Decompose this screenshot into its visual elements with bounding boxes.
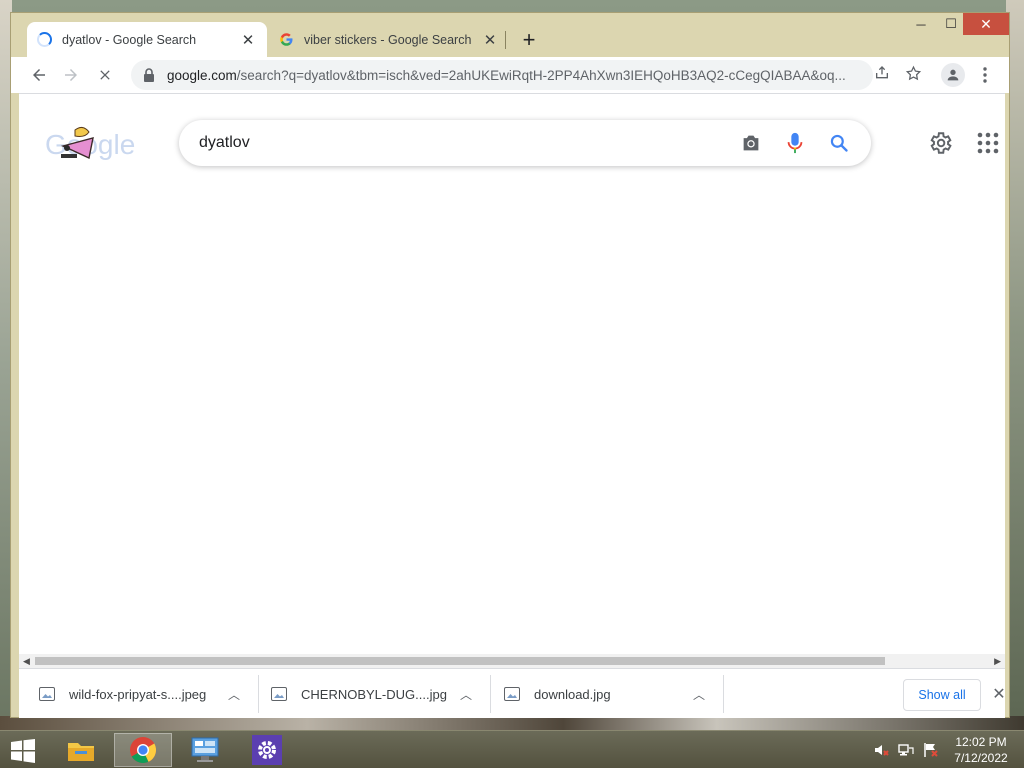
- action-center-flag-icon[interactable]: [922, 741, 940, 759]
- search-box[interactable]: dyatlov: [179, 120, 871, 166]
- network-icon[interactable]: [897, 741, 915, 759]
- star-icon: [905, 65, 921, 80]
- scroll-right-arrow-icon[interactable]: ▶: [994, 656, 1001, 667]
- forward-button[interactable]: [57, 61, 85, 89]
- url-domain: google.com: [167, 67, 237, 83]
- address-bar[interactable]: google.com/search?q=dyatlov&tbm=isch&ved…: [131, 60, 873, 90]
- download-filename: download.jpg: [534, 686, 611, 702]
- chevron-up-icon[interactable]: ︿: [222, 686, 246, 703]
- microphone-icon[interactable]: [783, 131, 807, 155]
- download-filename: wild-fox-pripyat-s....jpeg: [69, 686, 207, 702]
- share-icon: [876, 66, 888, 79]
- clock-date: 7/12/2022: [954, 751, 1008, 765]
- search-icon[interactable]: [827, 131, 851, 155]
- system-clock[interactable]: 12:02 PM 7/12/2022: [946, 734, 1016, 766]
- control-panel-icon: [191, 737, 219, 762]
- search-input[interactable]: dyatlov: [199, 134, 719, 152]
- account-icon: [947, 69, 959, 81]
- taskbar-control-panel[interactable]: [176, 733, 234, 767]
- page-content: Google dyatlov: [19, 93, 1005, 654]
- taskbar: 12:02 PM 7/12/2022: [0, 730, 1024, 768]
- download-item[interactable]: wild-fox-pripyat-s....jpeg ︿: [27, 675, 259, 713]
- loading-spinner-icon: [37, 32, 52, 47]
- downloads-bar: wild-fox-pripyat-s....jpeg ︿ CHERNOBYL-D…: [19, 668, 1006, 718]
- tab-dyatlov[interactable]: dyatlov - Google Search ✕: [27, 22, 267, 57]
- taskbar-settings[interactable]: [238, 733, 296, 767]
- image-file-icon: [39, 687, 55, 701]
- back-button[interactable]: [25, 61, 53, 89]
- browser-window: dyatlov - Google Search ✕ viber stickers…: [10, 12, 1010, 718]
- browser-menu-button[interactable]: [973, 61, 997, 89]
- camera-icon[interactable]: [739, 131, 763, 155]
- tab-strip: dyatlov - Google Search ✕ viber stickers…: [11, 13, 1009, 57]
- maximize-button[interactable]: ☐: [937, 13, 965, 35]
- stop-x-icon: [100, 70, 110, 80]
- stop-loading-button[interactable]: [91, 61, 119, 89]
- close-window-button[interactable]: ✕: [963, 13, 1009, 35]
- taskbar-chrome[interactable]: [114, 733, 172, 767]
- windows-start-icon[interactable]: [6, 737, 40, 765]
- tab-viber-stickers[interactable]: viber stickers - Google Search ✕: [269, 22, 509, 57]
- tab-title: viber stickers - Google Search: [304, 32, 472, 47]
- google-favicon-icon: [280, 33, 293, 46]
- back-arrow-icon: [33, 69, 45, 81]
- new-tab-button[interactable]: +: [516, 27, 542, 53]
- profile-button[interactable]: [941, 63, 965, 87]
- desktop-background-bottom: [0, 716, 1024, 730]
- image-file-icon: [271, 687, 287, 701]
- url-path: /search?q=dyatlov&tbm=isch&ved=2ahUKEwiR…: [236, 67, 846, 83]
- chrome-icon: [130, 737, 157, 764]
- download-item[interactable]: download.jpg ︿: [492, 675, 724, 713]
- scroll-left-arrow-icon[interactable]: ◀: [23, 656, 30, 667]
- scrollbar-thumb[interactable]: [35, 657, 885, 665]
- tab-divider: [505, 31, 506, 49]
- tab-close-icon[interactable]: ✕: [239, 31, 257, 49]
- url-text: google.com/search?q=dyatlov&tbm=isch&ved…: [167, 68, 846, 83]
- share-button[interactable]: [873, 64, 891, 82]
- clock-time: 12:02 PM: [955, 735, 1007, 749]
- horizontal-scrollbar[interactable]: ◀ ▶: [19, 654, 1005, 668]
- bookmark-button[interactable]: [904, 64, 922, 82]
- browser-toolbar: google.com/search?q=dyatlov&tbm=isch&ved…: [11, 57, 1009, 93]
- gear-icon[interactable]: [927, 130, 953, 156]
- chevron-up-icon[interactable]: ︿: [687, 686, 711, 703]
- chevron-up-icon[interactable]: ︿: [454, 686, 478, 703]
- tab-close-icon[interactable]: ✕: [481, 31, 499, 49]
- download-item[interactable]: CHERNOBYL-DUG....jpg ︿: [259, 675, 491, 713]
- close-downloads-bar-button[interactable]: ✕: [989, 683, 1009, 705]
- apps-grid-icon[interactable]: [977, 132, 999, 154]
- settings-app-icon: [252, 735, 282, 765]
- kebab-menu-icon: [983, 67, 987, 83]
- minimize-button[interactable]: ─: [907, 13, 935, 35]
- taskbar-file-explorer[interactable]: [52, 733, 110, 767]
- show-all-downloads-button[interactable]: Show all: [903, 679, 981, 711]
- file-explorer-icon: [68, 743, 94, 761]
- image-file-icon: [504, 687, 520, 701]
- google-doodle-logo[interactable]: Google: [45, 124, 137, 164]
- download-filename: CHERNOBYL-DUG....jpg: [301, 686, 447, 702]
- lock-icon: [144, 68, 154, 82]
- volume-muted-icon[interactable]: [872, 741, 890, 759]
- forward-arrow-icon: [65, 69, 77, 81]
- tab-title: dyatlov - Google Search: [62, 32, 197, 47]
